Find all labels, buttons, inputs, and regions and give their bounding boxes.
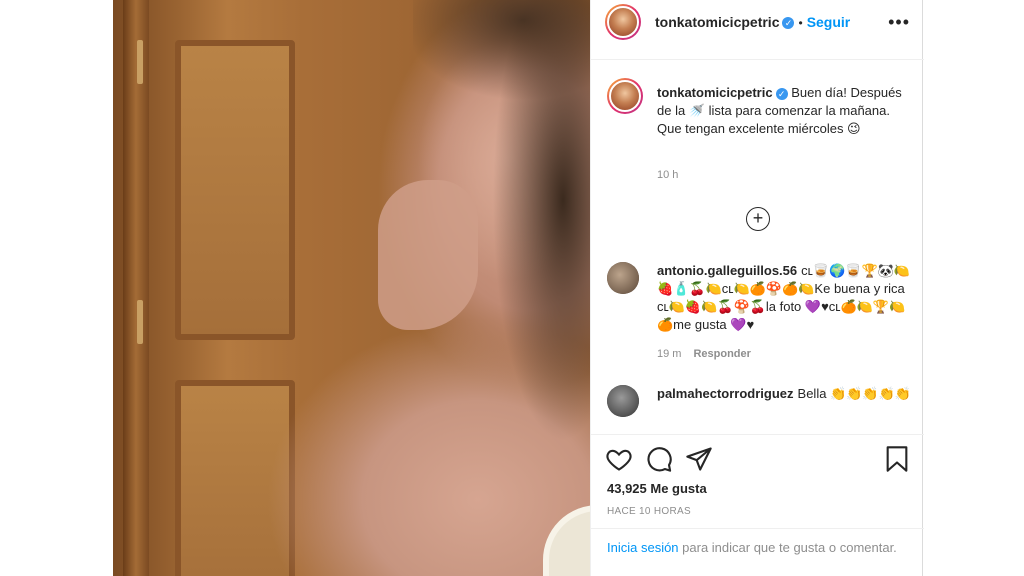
verified-icon: ✓	[782, 16, 795, 29]
heart-icon[interactable]	[605, 445, 633, 473]
likes-count[interactable]: 43,925 Me gusta	[607, 481, 707, 496]
comment-icon[interactable]	[645, 445, 673, 473]
comment-body: palmahectorrodriguez Bella 👏👏👏👏👏	[657, 385, 912, 403]
plus-circle-icon[interactable]: +	[746, 207, 770, 231]
login-prompt: Inicia sesión para indicar que te gusta …	[591, 528, 924, 576]
follow-button[interactable]: Seguir	[807, 14, 851, 30]
comment-meta: 19 m Responder	[657, 348, 751, 360]
author-username[interactable]: tonkatomicicpetric	[655, 14, 779, 30]
commenter-username[interactable]: antonio.galleguillos.56	[657, 263, 797, 278]
header-author: tonkatomicicpetric ✓ • Seguir	[655, 14, 850, 32]
caption-body: tonkatomicicpetric ✓ Buen día! Después de…	[657, 84, 912, 138]
door-hinge	[137, 300, 143, 344]
reply-button[interactable]: Responder	[693, 348, 750, 360]
caption-avatar[interactable]	[607, 78, 643, 114]
comment-text: Bella 👏👏👏👏👏	[797, 386, 911, 401]
door-hinge	[137, 40, 143, 84]
caption-time[interactable]: 10 h	[657, 169, 678, 181]
portrait-hand	[378, 180, 478, 330]
comment-item: palmahectorrodriguez Bella 👏👏👏👏👏	[607, 385, 912, 425]
commenter-avatar[interactable]	[607, 262, 639, 294]
post-side-panel: tonkatomicicpetric ✓ • Seguir ••• tonkatomi…	[590, 0, 924, 576]
comment-time[interactable]: 19 m	[657, 348, 681, 360]
caption: tonkatomicicpetric ✓ Buen día! Después de…	[607, 78, 912, 198]
caption-username[interactable]: tonkatomicicpetric	[657, 85, 773, 100]
author-avatar[interactable]	[605, 4, 641, 40]
comment-item: antonio.galleguillos.56 ᴄʟ🥃🌍🥃🏆🐼🍋🍓🧴🍒🍋ᴄʟ🍋🍊🍄…	[607, 262, 912, 362]
share-icon[interactable]	[685, 445, 713, 473]
post-actions	[591, 434, 924, 482]
login-link[interactable]: Inicia sesión	[607, 540, 679, 555]
post-header: tonkatomicicpetric ✓ • Seguir •••	[591, 0, 924, 60]
post-timestamp[interactable]: HACE 10 HORAS	[607, 506, 691, 517]
comment-body: antonio.galleguillos.56 ᴄʟ🥃🌍🥃🏆🐼🍋🍓🧴🍒🍋ᴄʟ🍋🍊🍄…	[657, 262, 912, 334]
door-frame	[123, 0, 149, 576]
commenter-username[interactable]: palmahectorrodriguez	[657, 386, 794, 401]
login-prompt-text: para indicar que te gusta o comentar.	[678, 540, 897, 555]
commenter-avatar[interactable]	[607, 385, 639, 417]
verified-icon: ✓	[775, 87, 788, 100]
separator-dot: •	[798, 16, 803, 30]
post-photo[interactable]	[113, 0, 590, 576]
bookmark-icon[interactable]	[883, 445, 911, 473]
more-options-icon[interactable]: •••	[888, 12, 910, 33]
